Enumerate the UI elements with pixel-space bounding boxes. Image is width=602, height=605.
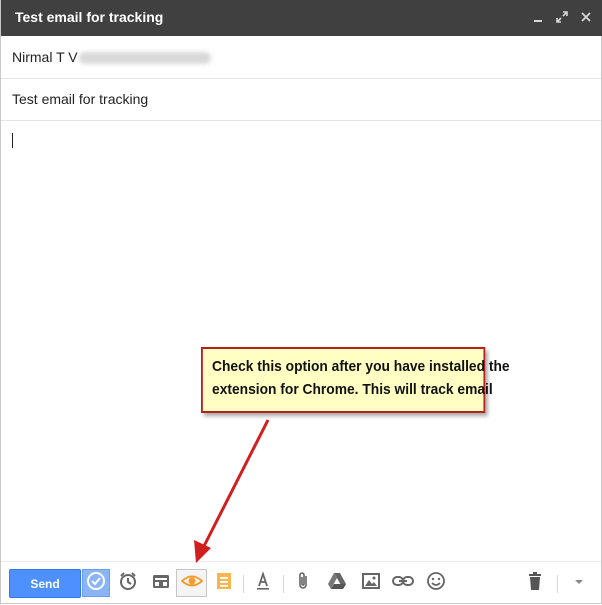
more-options-button[interactable]	[565, 569, 593, 597]
inbox-template-icon	[151, 571, 171, 596]
recipient-email-blurred	[79, 52, 211, 64]
minimize-icon[interactable]	[531, 8, 545, 26]
close-icon[interactable]	[579, 8, 593, 26]
insert-link-button[interactable]	[389, 569, 417, 597]
formatting-icon	[254, 570, 272, 596]
window-controls	[531, 8, 593, 26]
annotation-callout: Check this option after you have install…	[201, 347, 510, 413]
photo-icon	[361, 572, 381, 595]
send-button[interactable]: Send	[9, 569, 81, 598]
toolbar-divider	[283, 575, 284, 593]
link-icon	[392, 574, 414, 593]
discard-draft-button[interactable]	[521, 569, 549, 597]
text-cursor	[12, 133, 13, 148]
compose-title: Test email for tracking	[15, 9, 164, 25]
recipient-name: Nirmal T V	[12, 49, 78, 65]
compose-toolbar: Send	[1, 561, 601, 604]
notes-button[interactable]	[210, 569, 238, 597]
alarm-clock-icon	[118, 571, 138, 596]
subject-value: Test email for tracking	[12, 91, 149, 107]
drive-button[interactable]	[323, 569, 351, 597]
message-body[interactable]	[1, 121, 601, 561]
compose-titlebar[interactable]: Test email for tracking	[1, 0, 602, 36]
more-options-icon	[573, 574, 585, 592]
annotation-line-2: extension for Chrome. This will track em…	[212, 381, 493, 398]
schedule-send-button[interactable]	[82, 569, 110, 597]
reminder-button[interactable]	[114, 569, 142, 597]
toolbar-divider	[243, 575, 244, 593]
trash-icon	[527, 571, 543, 596]
insert-photo-button[interactable]	[357, 569, 385, 597]
annotation-line-1: Check this option after you have install…	[212, 358, 510, 375]
expand-icon[interactable]	[555, 8, 569, 26]
track-email-button[interactable]	[176, 569, 207, 597]
schedule-icon	[86, 571, 106, 596]
formatting-button[interactable]	[249, 569, 277, 597]
template-button[interactable]	[147, 569, 175, 597]
attach-button[interactable]	[290, 569, 318, 597]
toolbar-divider	[557, 575, 558, 593]
emoji-icon	[426, 571, 446, 596]
compose-window: Test email for tracking Nirmal T V Test …	[0, 0, 602, 604]
insert-emoji-button[interactable]	[422, 569, 450, 597]
eye-track-icon	[180, 573, 203, 594]
drive-icon	[327, 572, 347, 595]
attach-icon	[296, 571, 312, 596]
to-field[interactable]: Nirmal T V	[1, 37, 601, 79]
notes-icon	[215, 571, 233, 596]
subject-field[interactable]: Test email for tracking	[1, 79, 601, 121]
